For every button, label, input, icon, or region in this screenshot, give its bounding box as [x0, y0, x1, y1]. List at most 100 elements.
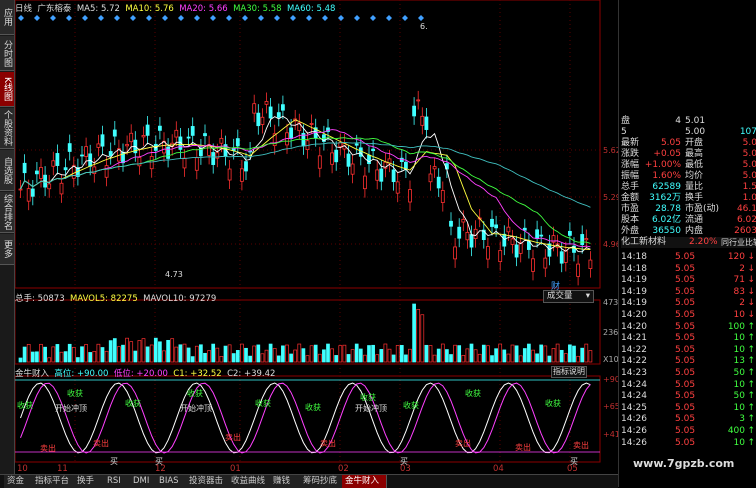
candle-body — [211, 152, 216, 165]
harvest-label: 收获 — [67, 389, 83, 398]
indicator-tab[interactable]: DMI — [130, 475, 157, 488]
indicator-tab[interactable]: 换手 — [74, 475, 105, 488]
signal-diamond-icon — [114, 15, 120, 21]
quote-label: 涨幅 — [621, 160, 640, 170]
ma30-value: MA30: 5.58 — [233, 4, 282, 14]
volume-total: 总手: 50873 — [15, 294, 65, 304]
signal-diamond-icon — [290, 15, 296, 21]
volume-bar — [395, 345, 400, 363]
candle-body — [92, 166, 97, 174]
signal-diamond-icon — [274, 15, 280, 21]
sell-label: 卖出 — [40, 444, 56, 453]
tick-volume: 2 — [739, 298, 745, 309]
volume-bar — [539, 344, 544, 363]
sidebar-tab[interactable]: 自选股 — [0, 150, 14, 191]
candle-body — [30, 188, 35, 197]
volume-bar — [506, 353, 511, 363]
tick-price: 5.05 — [675, 356, 696, 367]
candle-body — [129, 132, 134, 143]
sector-row[interactable]: 化工新材料 2.20% 同行业比较 — [621, 237, 756, 248]
candle-body — [186, 136, 191, 139]
tick-time: 14:22 — [621, 356, 647, 367]
date-axis-label: 05 — [567, 464, 578, 474]
volume-bar — [153, 337, 158, 363]
indicator-tab[interactable]: 资金 — [4, 475, 33, 488]
indicator-tab[interactable]: 投资器击 — [186, 475, 229, 488]
tick-row: 14:19 5.05 83 ↓ — [621, 287, 756, 298]
indicator-tab[interactable]: 金牛财入 — [342, 475, 387, 488]
volume-bar — [416, 309, 421, 363]
indicator-tab[interactable]: 指标平台 — [32, 475, 75, 488]
indicator-select-dropdown[interactable]: 成交量 ▾ — [543, 290, 594, 303]
volume-bar — [518, 355, 523, 363]
industry-compare-link[interactable]: 同行业比较 — [721, 237, 756, 248]
volume-bar — [162, 350, 166, 363]
candle-body — [190, 126, 195, 136]
volume-axis-label: X10 — [603, 355, 619, 364]
indicator-tab[interactable]: 筹码抄底 — [300, 475, 343, 488]
signal-diamond-icon — [354, 15, 360, 21]
sidebar-tab[interactable]: 分时图 — [0, 36, 14, 71]
candle-body — [330, 152, 335, 165]
signal-diamond-icon — [18, 15, 24, 21]
volume-bar — [387, 348, 392, 363]
tick-price: 5.05 — [675, 298, 696, 309]
volume-bar — [543, 345, 548, 363]
candle-body — [391, 169, 396, 183]
tick-time: 14:24 — [621, 391, 647, 402]
candle-body — [522, 227, 527, 231]
candle-body — [100, 134, 105, 147]
tick-price: 5.05 — [675, 310, 696, 320]
indicator-tab[interactable]: 赚钱 — [270, 475, 301, 488]
volume-bar — [39, 343, 43, 363]
signal-diamond-icon — [226, 15, 232, 21]
tick-time: 14:26 — [621, 437, 647, 448]
volume-bar — [350, 349, 355, 363]
volume-bar — [469, 343, 474, 363]
quote-row: 涨幅 +1.00% 最低 5.0 — [621, 160, 756, 171]
indicator-help-button[interactable]: 指标说明 — [551, 366, 587, 378]
tick-volume: 50 — [733, 391, 745, 402]
open-peak-label: 开始冲顶 — [355, 404, 387, 413]
tick-volume: 83 — [733, 286, 745, 297]
sidebar-tab[interactable]: 应用 — [0, 0, 14, 35]
quote-value: 6.02亿 — [651, 215, 681, 225]
signal-diamond-icon — [66, 15, 72, 21]
signal-diamond-icon — [178, 15, 184, 21]
sidebar-tab[interactable]: 个股资料 — [0, 108, 14, 149]
volume-bar — [576, 355, 580, 363]
volume-bar — [215, 347, 220, 363]
tick-price: 5.05 — [675, 426, 696, 436]
volume-bar — [108, 340, 113, 363]
candle-body — [412, 105, 417, 117]
quote-value: 62589 — [652, 182, 681, 192]
indicator-tab[interactable]: 收益曲线 — [228, 475, 271, 488]
date-axis-label: 02 — [338, 464, 349, 474]
quote-row: 涨跌 +0.05 最高 5.0 — [621, 149, 756, 160]
tick-time: 14:18 — [621, 263, 647, 274]
signal-diamond-icon — [194, 15, 200, 21]
volume-bar — [424, 344, 429, 363]
sidebar-tab[interactable]: K线图 — [0, 72, 14, 107]
indicator-tab[interactable]: RSI — [104, 475, 131, 488]
candle-body — [518, 242, 523, 254]
quote-value: 5.0 — [742, 138, 756, 148]
sell-label: 卖出 — [455, 439, 471, 448]
quote-row: 市盈 28.78 市盈(动) 46.1 — [621, 204, 756, 215]
quote-row: 盘 4 5.01 — [621, 116, 756, 127]
indicator-panel-header: 金牛财入 高位: +90.00 低位: +20.00 C1: +32.52 C2… — [15, 367, 275, 379]
arrow-up-icon: ↑ — [747, 368, 755, 378]
low-price-marker: 4.73 — [165, 270, 183, 279]
indicator-tab[interactable]: BIAS — [156, 475, 187, 488]
volume-bar — [502, 349, 507, 363]
tick-volume: 10 — [733, 379, 745, 390]
volume-bar — [244, 347, 248, 363]
arrow-up-icon: ↑ — [747, 391, 755, 402]
sidebar-tab[interactable]: 综合排名 — [0, 192, 14, 233]
volume-bar — [76, 357, 80, 363]
sidebar-tab[interactable]: 更多 — [0, 234, 14, 265]
tick-time: 14:24 — [621, 379, 647, 390]
candle-body — [588, 259, 593, 269]
volume-bar — [158, 341, 162, 363]
chart-area[interactable]: 日线 广东榕泰 MA5: 5.72 MA10: 5.76 MA20: 5.66 … — [15, 0, 633, 474]
